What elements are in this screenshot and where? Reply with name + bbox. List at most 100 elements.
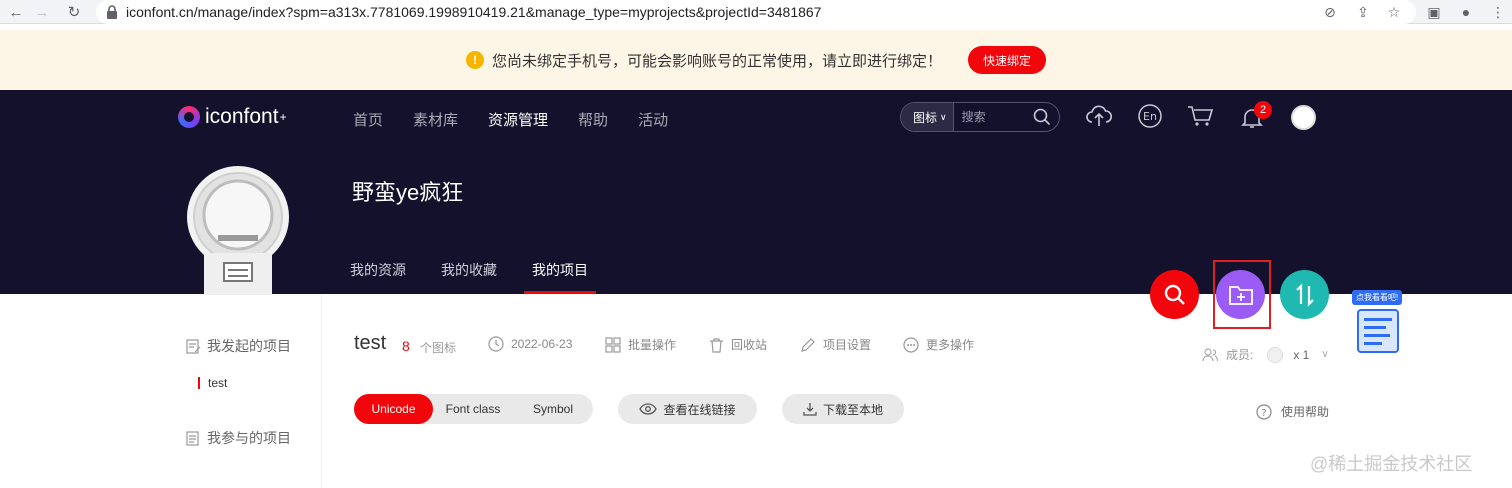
- tab-my-favorites[interactable]: 我的收藏: [441, 260, 497, 294]
- highlight-box: [1213, 260, 1271, 329]
- logo-text: iconfont: [205, 105, 279, 128]
- project-title: test: [354, 332, 387, 354]
- project-settings-button[interactable]: 项目设置: [800, 336, 871, 353]
- help-circle-icon: ?: [1256, 403, 1272, 420]
- tab-my-projects[interactable]: 我的项目: [524, 260, 596, 294]
- member-avatar: [1267, 346, 1284, 363]
- notification-badge: 2: [1254, 101, 1272, 119]
- browser-toolbar: ← → ↻ iconfont.cn/manage/index?spm=a313x…: [0, 0, 1512, 24]
- search-icon: [1164, 284, 1185, 305]
- usage-help-link[interactable]: ? 使用帮助: [1256, 403, 1329, 420]
- eye-off-icon[interactable]: ⊘: [1320, 2, 1340, 22]
- menu-icon[interactable]: ⋮: [1488, 2, 1508, 22]
- sort-icon: [1295, 282, 1314, 307]
- lock-icon: [107, 5, 117, 19]
- tab-my-resources[interactable]: 我的资源: [350, 260, 406, 294]
- more-icon: [903, 336, 919, 353]
- format-font-class[interactable]: Font class: [433, 394, 513, 424]
- recycle-bin-button[interactable]: 回收站: [709, 336, 767, 353]
- language-icon[interactable]: En: [1136, 102, 1164, 130]
- nav-activities[interactable]: 活动: [638, 109, 668, 130]
- help-widget[interactable]: 点我看看吧!: [1352, 290, 1408, 356]
- usage-help-label: 使用帮助: [1281, 405, 1330, 419]
- svg-text:?: ?: [1261, 408, 1266, 419]
- url-text: iconfont.cn/manage/index?spm=a313x.77810…: [126, 4, 822, 20]
- search-input[interactable]: [961, 110, 1032, 124]
- more-actions-label: 更多操作: [926, 338, 975, 352]
- nav-home[interactable]: 首页: [353, 109, 383, 130]
- search-icon[interactable]: [1033, 108, 1051, 126]
- profile-avatar: [187, 166, 289, 295]
- forward-icon[interactable]: →: [32, 2, 52, 22]
- iconfont-logo[interactable]: iconfont +: [178, 105, 287, 129]
- members-count: x 1: [1293, 347, 1310, 362]
- eye-icon: [639, 403, 658, 415]
- site-header: iconfont+ 首页 素材库 资源管理 帮助 活动 图标 ∨ En 2: [0, 90, 1512, 295]
- download-icon: [803, 403, 817, 416]
- more-actions-button[interactable]: 更多操作: [903, 336, 974, 353]
- warning-icon: !: [465, 51, 484, 69]
- project-icon-unit: 个图标: [420, 341, 457, 355]
- profile-name: 野蛮ye疯狂: [352, 180, 464, 205]
- chevron-down-icon: ∨: [940, 111, 947, 122]
- back-icon[interactable]: ←: [6, 2, 26, 22]
- view-online-link-label: 查看在线链接: [663, 402, 736, 417]
- members-info[interactable]: 成员: x 1 ∨: [1202, 346, 1329, 363]
- batch-operation-button[interactable]: 批量操作: [605, 336, 676, 353]
- help-tag: 点我看看吧!: [1352, 290, 1403, 305]
- nav-library[interactable]: 素材库: [413, 109, 458, 130]
- phone-binding-notice: ! 您尚未绑定手机号，可能会影响账号的正常使用，请立即进行绑定！ 快速绑定: [0, 30, 1512, 90]
- quick-bind-button[interactable]: 快速绑定: [968, 46, 1047, 74]
- download-local-button[interactable]: 下载至本地: [782, 394, 904, 424]
- recycle-bin-label: 回收站: [731, 338, 768, 352]
- doc-list-icon: [186, 430, 199, 446]
- logo-mark-icon: [178, 106, 200, 128]
- format-symbol[interactable]: Symbol: [513, 394, 593, 424]
- profile-icon[interactable]: ●: [1456, 2, 1476, 22]
- chevron-down-icon: ∨: [1321, 349, 1329, 360]
- watermark: @稀土掘金技术社区: [1310, 454, 1473, 474]
- user-avatar[interactable]: [1291, 105, 1316, 130]
- project-date: 2022-06-23: [488, 336, 572, 352]
- sidebar-project-test[interactable]: test: [198, 376, 227, 390]
- project-date-text: 2022-06-23: [511, 337, 573, 351]
- search-type-label: 图标: [913, 110, 938, 125]
- grid-icon: [605, 336, 621, 353]
- sidebar-item-label: 我参与的项目: [207, 430, 291, 446]
- share-icon[interactable]: ⇪: [1353, 2, 1373, 22]
- fab-search-button[interactable]: [1150, 270, 1199, 319]
- format-unicode[interactable]: Unicode: [354, 394, 433, 424]
- doc-edit-icon: [186, 338, 201, 354]
- address-bar[interactable]: iconfont.cn/manage/index?spm=a313x.77810…: [96, 0, 1416, 24]
- members-icon: [1202, 347, 1218, 361]
- cart-icon[interactable]: [1186, 102, 1214, 130]
- nav-help[interactable]: 帮助: [578, 109, 608, 130]
- side-panel-icon[interactable]: ▣: [1424, 2, 1444, 22]
- profile-tabs: 我的资源 我的收藏 我的项目: [350, 260, 623, 294]
- download-local-label: 下载至本地: [822, 402, 883, 417]
- members-label: 成员:: [1226, 348, 1254, 362]
- top-nav: 首页 素材库 资源管理 帮助 活动: [353, 109, 698, 130]
- search-box: 图标 ∨: [900, 102, 1060, 132]
- project-sidebar: 我发起的项目 test 我参与的项目: [170, 294, 322, 488]
- reload-icon[interactable]: ↻: [64, 2, 84, 22]
- logo-plus: +: [279, 110, 287, 124]
- fab-sort-button[interactable]: [1280, 270, 1329, 319]
- pencil-icon: [801, 337, 815, 352]
- sidebar-item-joined[interactable]: 我参与的项目: [186, 428, 291, 448]
- search-type-select[interactable]: 图标 ∨: [901, 103, 954, 131]
- sidebar-item-created[interactable]: 我发起的项目: [186, 336, 291, 356]
- trash-icon: [710, 337, 723, 353]
- format-switch: Unicode Font class Symbol: [354, 394, 593, 424]
- notice-text: 您尚未绑定手机号，可能会影响账号的正常使用，请立即进行绑定！: [491, 52, 942, 70]
- language-label: En: [1143, 110, 1157, 123]
- clock-icon: [488, 336, 504, 352]
- project-icon-count: 8: [402, 338, 410, 354]
- nav-resources[interactable]: 资源管理: [488, 109, 548, 130]
- upload-cloud-icon[interactable]: [1085, 102, 1113, 130]
- project-settings-label: 项目设置: [823, 338, 872, 352]
- star-icon[interactable]: ☆: [1384, 2, 1404, 22]
- batch-operation-label: 批量操作: [628, 338, 677, 352]
- sidebar-item-label: 我发起的项目: [207, 338, 291, 354]
- view-online-link-button[interactable]: 查看在线链接: [618, 394, 757, 424]
